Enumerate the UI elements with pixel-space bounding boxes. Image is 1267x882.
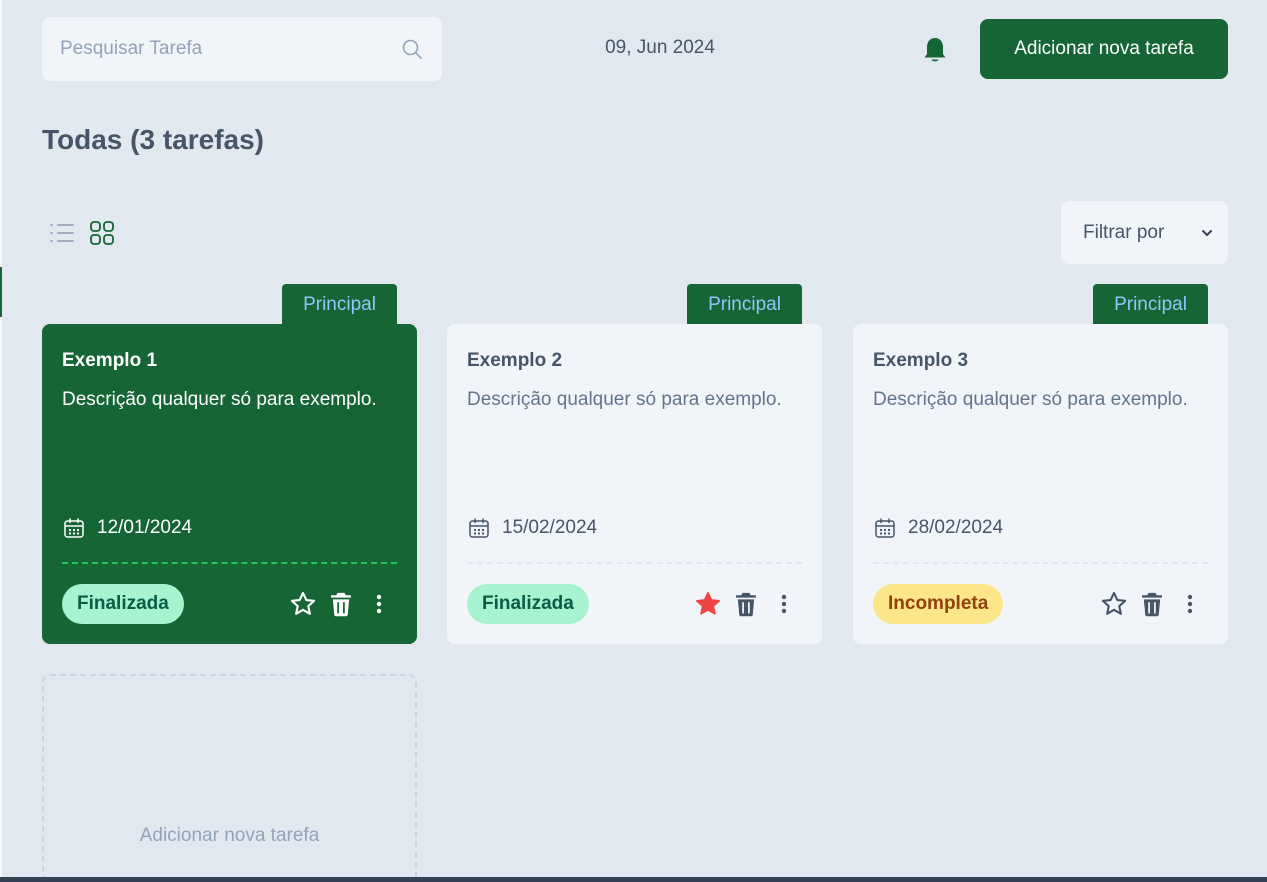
window-bottom-edge [0, 877, 1267, 882]
task-title: Exemplo 1 [62, 350, 158, 371]
trash-icon[interactable] [327, 590, 355, 618]
list-view-icon[interactable] [48, 220, 76, 246]
add-task-button[interactable]: Adicionar nova tarefa [980, 19, 1228, 79]
calendar-icon [469, 518, 489, 538]
more-vertical-icon[interactable] [772, 590, 796, 618]
task-category-tag: Principal [1093, 284, 1208, 324]
task-category-tag: Principal [282, 284, 397, 324]
add-task-card-label: Adicionar nova tarefa [139, 825, 320, 846]
search-icon[interactable] [400, 37, 424, 61]
task-card[interactable]: Principal Exemplo 1 Descrição qualquer s… [42, 284, 417, 644]
status-badge[interactable]: Finalizada [62, 584, 184, 624]
bell-icon[interactable] [922, 36, 948, 64]
star-outline-icon[interactable] [1100, 590, 1128, 618]
task-due-date: 12/01/2024 [97, 517, 193, 538]
current-date: 09, Jun 2024 [605, 37, 715, 58]
task-due-date: 15/02/2024 [502, 517, 598, 538]
card-divider [467, 562, 802, 564]
filter-select[interactable]: Filtrar por [1061, 201, 1228, 264]
filter-select-label: Filtrar por [1083, 221, 1165, 243]
card-divider [873, 562, 1208, 564]
status-badge[interactable]: Incompleta [873, 584, 1004, 624]
search-box [42, 17, 442, 81]
status-badge[interactable]: Finalizada [467, 584, 589, 624]
sidebar-active-indicator [0, 267, 2, 317]
task-card[interactable]: Principal Exemplo 3 Descrição qualquer s… [853, 284, 1228, 644]
more-vertical-icon[interactable] [367, 590, 391, 618]
more-vertical-icon[interactable] [1178, 590, 1202, 618]
card-divider [62, 562, 397, 564]
trash-icon[interactable] [732, 590, 760, 618]
chevron-down-icon [1202, 229, 1212, 236]
calendar-icon [875, 518, 895, 538]
trash-icon[interactable] [1138, 590, 1166, 618]
grid-view-icon[interactable] [89, 220, 115, 246]
task-title: Exemplo 2 [467, 350, 563, 371]
task-due-date: 28/02/2024 [908, 517, 1004, 538]
page-title: Todas (3 tarefas) [42, 124, 264, 155]
search-input[interactable] [60, 38, 400, 60]
calendar-icon [64, 518, 84, 538]
task-description: Descrição qualquer só para exemplo. [62, 389, 377, 410]
add-task-card[interactable]: Adicionar nova tarefa [42, 674, 417, 882]
star-outline-icon[interactable] [289, 590, 317, 618]
task-description: Descrição qualquer só para exemplo. [467, 389, 782, 410]
task-title: Exemplo 3 [873, 350, 969, 371]
task-category-tag: Principal [687, 284, 802, 324]
window-left-edge [0, 0, 2, 882]
task-description: Descrição qualquer só para exemplo. [873, 389, 1188, 410]
star-filled-icon[interactable] [694, 590, 722, 618]
task-card[interactable]: Principal Exemplo 2 Descrição qualquer s… [447, 284, 822, 644]
